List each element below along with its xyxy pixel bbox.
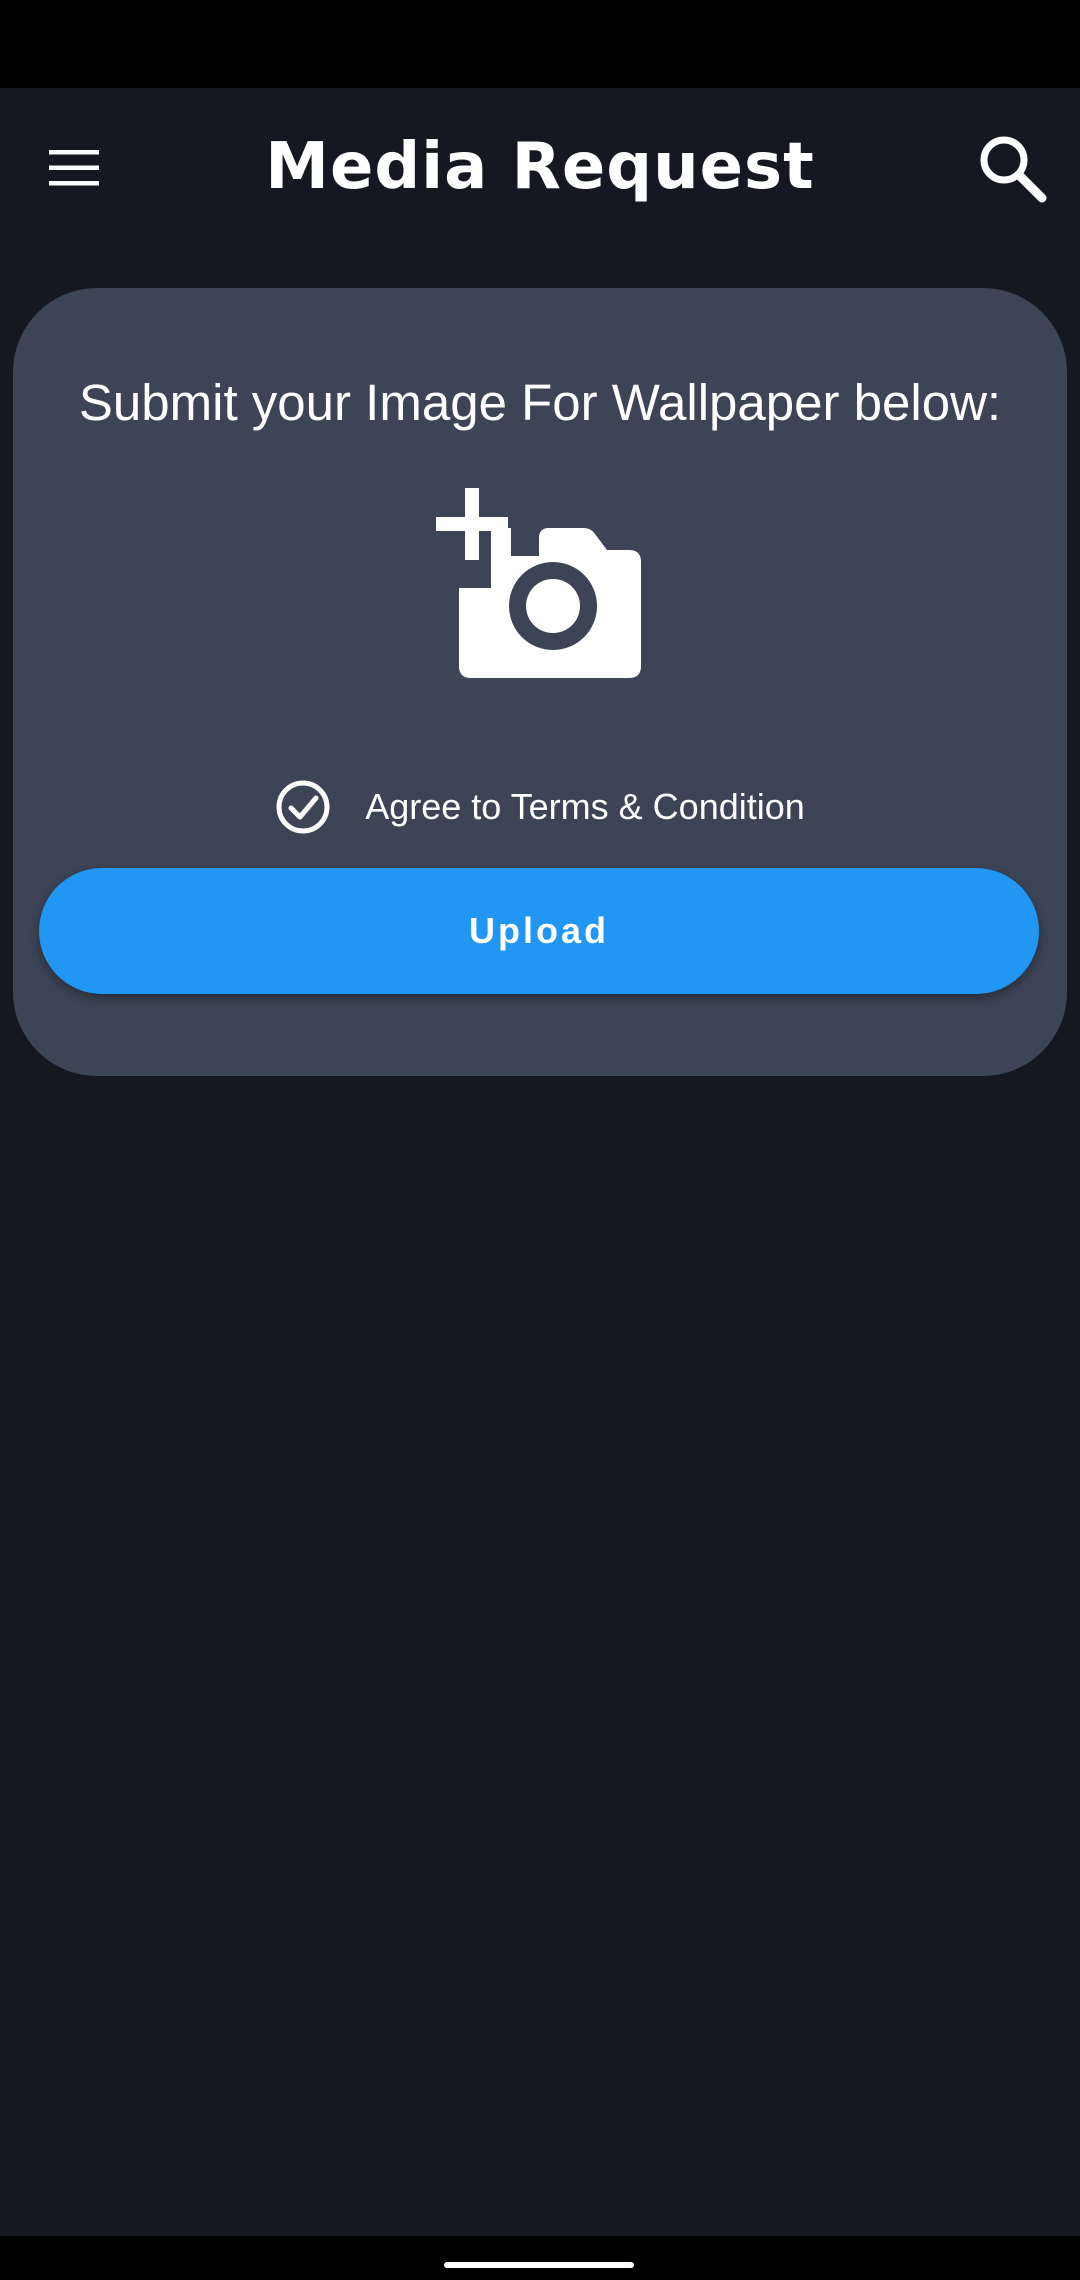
- search-button[interactable]: [968, 124, 1056, 212]
- upload-button[interactable]: Upload: [39, 868, 1039, 994]
- media-request-screen: Media Request Submit your Image For Wall…: [0, 0, 1080, 2280]
- card-heading: Submit your Image For Wallpaper below:: [78, 374, 1002, 431]
- navigation-bar: [0, 2236, 1080, 2280]
- image-picker-button[interactable]: [433, 488, 653, 678]
- home-indicator[interactable]: [444, 2262, 634, 2268]
- search-icon: [980, 136, 1047, 203]
- upload-card: Submit your Image For Wallpaper below: A…: [13, 288, 1067, 1076]
- status-bar: [0, 0, 1080, 88]
- terms-label: Agree to Terms & Condition: [365, 786, 805, 827]
- check-circle-icon: [276, 780, 330, 834]
- add-a-photo-icon: [436, 488, 641, 678]
- app-bar: Media Request: [0, 88, 1080, 238]
- terms-row: Agree to Terms & Condition: [13, 772, 1067, 842]
- terms-checkbox[interactable]: [275, 779, 331, 835]
- page-title: Media Request: [265, 130, 815, 204]
